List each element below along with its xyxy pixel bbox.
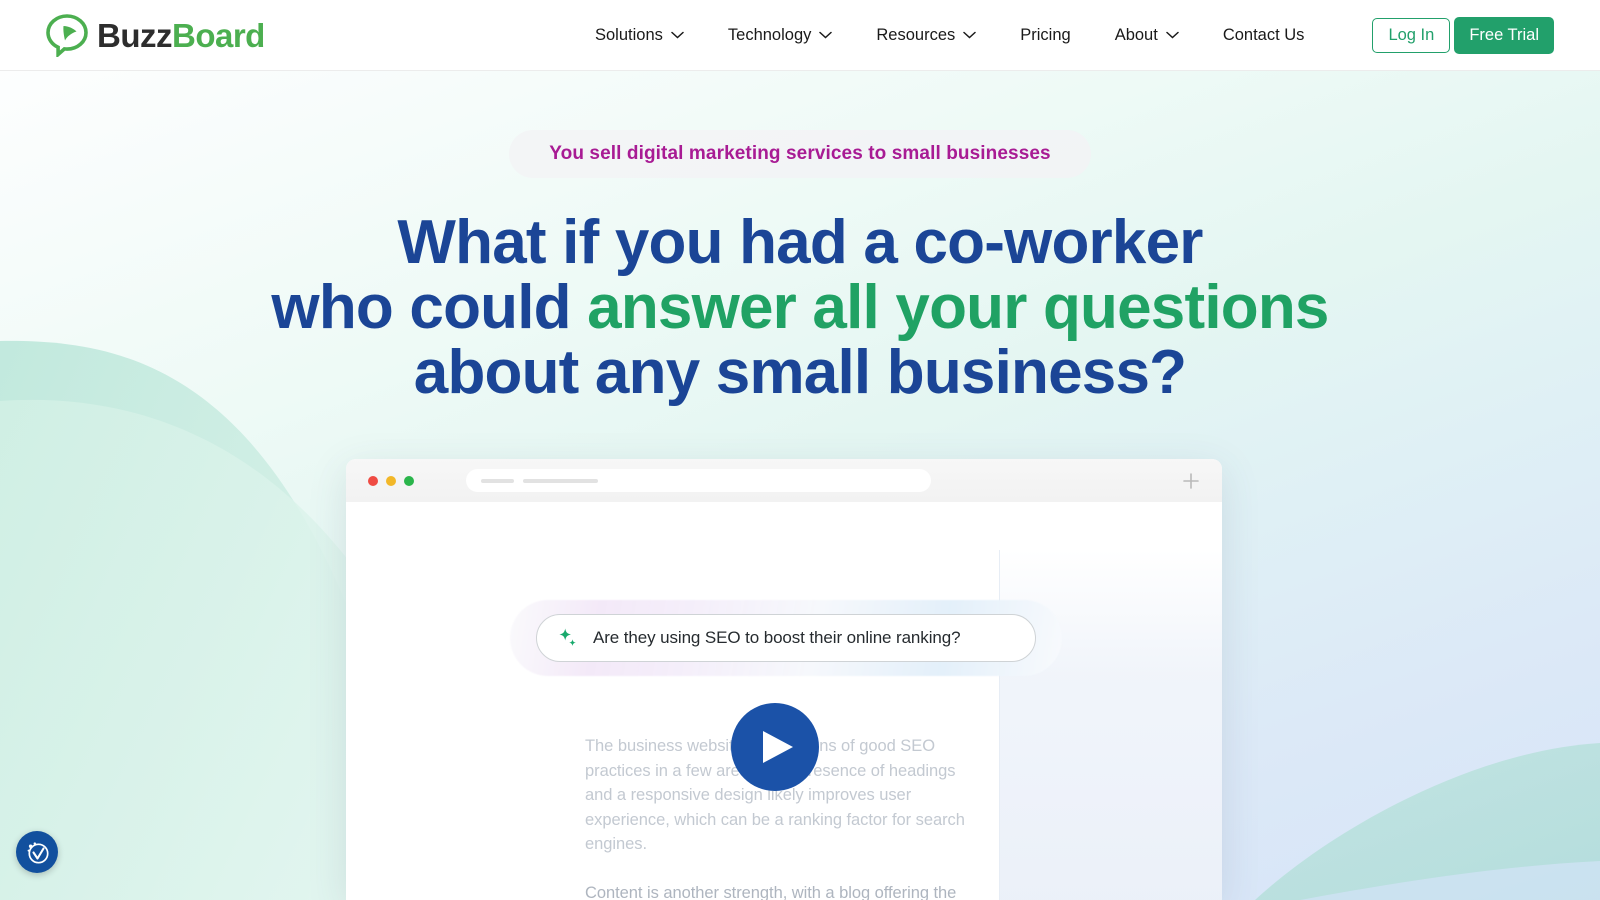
headline-line-3: about any small business? [413, 338, 1187, 408]
nav-item-technology-label: Technology [727, 25, 812, 44]
brand-logo-text: BuzzBoard [97, 19, 265, 52]
nav-item-resources-label: Resources [876, 25, 956, 44]
nav-item-pricing[interactable]: Pricing [998, 15, 1092, 55]
accessibility-widget-button[interactable] [16, 831, 58, 873]
chevron-down-icon [963, 31, 976, 39]
window-traffic-lights [368, 475, 414, 486]
nav-item-about-label: About [1114, 25, 1158, 44]
address-bar[interactable] [466, 469, 931, 492]
play-video-button[interactable] [731, 703, 819, 791]
nav-item-contact-us-label: Contact Us [1222, 25, 1305, 44]
close-window-dot[interactable] [368, 475, 378, 486]
site-header: BuzzBoard Solutions Technology Resources… [0, 0, 1600, 71]
free-trial-button[interactable]: Free Trial [1454, 16, 1554, 54]
accessibility-icon [27, 841, 49, 864]
answer-paragraph-2: Content is another strength, with a blog… [585, 883, 957, 900]
sparkle-icon [559, 628, 576, 646]
nav-item-contact-us[interactable]: Contact Us [1201, 15, 1327, 55]
browser-mockup: Are they using SEO to boost their online… [346, 459, 1222, 900]
minimize-window-dot[interactable] [386, 475, 396, 486]
nav-item-technology[interactable]: Technology [706, 15, 854, 55]
headline-line-2-prefix: who could [271, 273, 588, 343]
headline-line-2-highlight: answer all your questions [587, 273, 1329, 343]
chat-question-text: Are they using SEO to boost their online… [593, 628, 961, 647]
page-title: What if you had a co-worker who could an… [100, 210, 1500, 405]
logo-text-buzz: Buzz [97, 16, 173, 54]
plus-icon[interactable] [1182, 472, 1200, 490]
nav-item-resources[interactable]: Resources [854, 15, 998, 55]
nav-item-solutions-label: Solutions [595, 25, 663, 44]
address-bar-placeholder-short [481, 478, 514, 483]
address-bar-placeholder-long [523, 478, 598, 483]
logo-text-board: Board [172, 16, 265, 54]
primary-navigation: Solutions Technology Resources Pricing A… [573, 15, 1326, 55]
hero-badge: You sell digital marketing services to s… [509, 130, 1091, 178]
chat-question-input[interactable]: Are they using SEO to boost their online… [536, 614, 1036, 662]
headline-line-1: What if you had a co-worker [397, 208, 1203, 277]
browser-chrome-bar [346, 459, 1222, 502]
play-icon [763, 731, 793, 763]
headline-line-2: who could answer all your questions [100, 275, 1500, 340]
brand-logo[interactable]: BuzzBoard [46, 13, 265, 57]
header-actions: Log In Free Trial [1372, 16, 1554, 54]
nav-item-about[interactable]: About [1093, 15, 1201, 55]
maximize-window-dot[interactable] [404, 475, 414, 486]
browser-viewport: Are they using SEO to boost their online… [346, 502, 1222, 900]
chevron-down-icon [671, 31, 684, 39]
login-button[interactable]: Log In [1372, 17, 1451, 53]
buzzboard-logo-icon [46, 14, 88, 57]
nav-item-pricing-label: Pricing [1020, 25, 1071, 44]
chevron-down-icon [1166, 31, 1179, 39]
nav-item-solutions[interactable]: Solutions [573, 15, 706, 55]
chevron-down-icon [819, 31, 833, 39]
